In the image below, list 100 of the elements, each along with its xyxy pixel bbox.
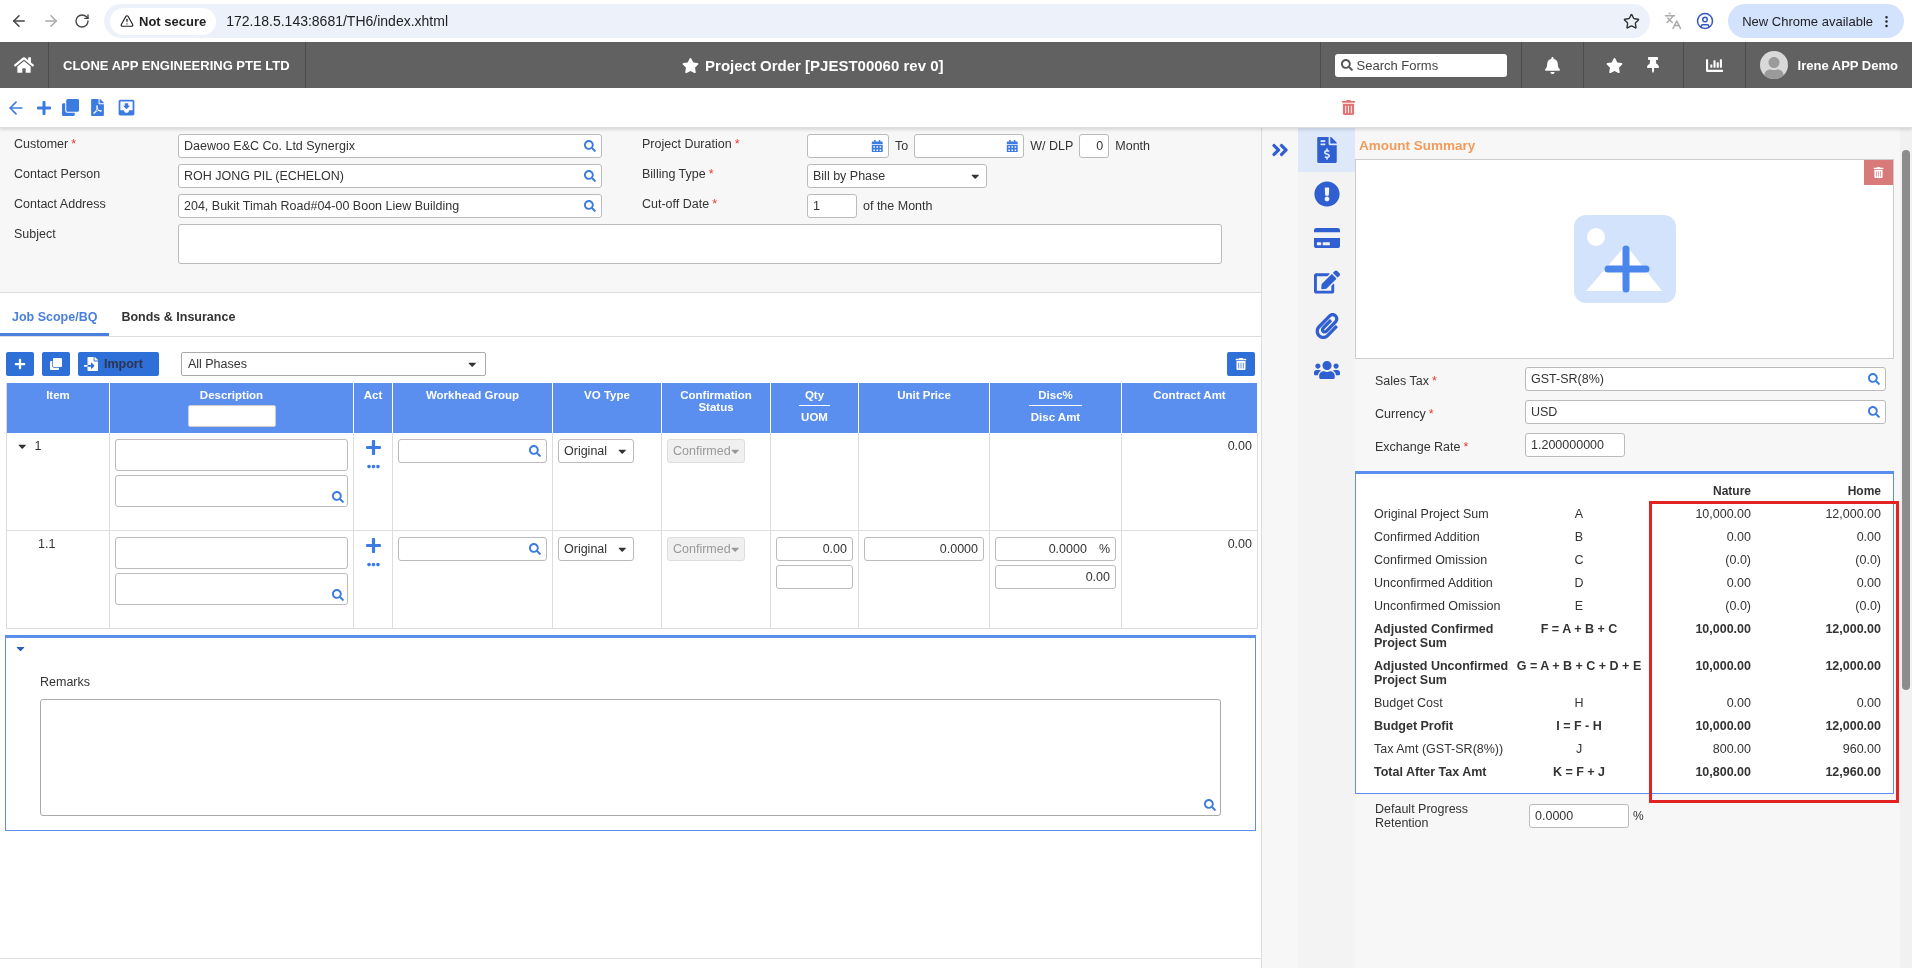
amount-value: (0.0) xyxy=(1724,599,1751,613)
search-field[interactable]: Search Forms xyxy=(1334,53,1507,77)
search-icon[interactable] xyxy=(1868,406,1880,418)
search-icon xyxy=(1340,58,1353,71)
summary-label: Unconfirmed Addition xyxy=(1374,576,1494,590)
retention-field[interactable]: 0.0000 xyxy=(1529,804,1629,828)
lookup-field[interactable]: GST-SR(8%) xyxy=(1525,367,1886,391)
disc-percent-field[interactable]: 0.0000 % xyxy=(995,537,1116,561)
dlp-field[interactable]: 0 xyxy=(1079,134,1110,158)
description-field[interactable] xyxy=(115,537,348,569)
copy-icon[interactable] xyxy=(62,99,79,116)
amount-value: (0.0) xyxy=(1854,599,1881,613)
side-tab[interactable] xyxy=(1298,128,1355,172)
formula-text: I = F - H xyxy=(1555,719,1603,733)
copy-button[interactable] xyxy=(42,352,70,376)
update-chrome-button[interactable]: New Chrome available xyxy=(1728,4,1904,38)
url-text[interactable]: 172.18.5.143:8681/TH6/index.xhtml xyxy=(226,13,1614,29)
back-icon[interactable] xyxy=(10,12,28,30)
exchange-rate-field[interactable]: 1.200000000 xyxy=(1525,433,1625,457)
search-icon[interactable] xyxy=(584,170,596,182)
reload-icon[interactable] xyxy=(74,13,90,29)
add-icon[interactable] xyxy=(36,99,52,116)
delete-icon[interactable] xyxy=(1341,100,1356,115)
add-button[interactable] xyxy=(6,352,34,376)
search-icon[interactable] xyxy=(332,491,344,503)
search-icon[interactable] xyxy=(584,200,596,212)
header-text: Qty xyxy=(804,389,825,401)
search-icon[interactable] xyxy=(529,543,541,555)
amount-value: 0.00 xyxy=(1855,530,1881,544)
notification-bell-icon[interactable] xyxy=(1543,56,1561,74)
add-icon[interactable] xyxy=(364,439,382,456)
amount-value: 0.00 xyxy=(1855,576,1881,590)
header-text: Workhead Group xyxy=(425,389,520,401)
pin-icon[interactable] xyxy=(1644,57,1661,73)
filter-field[interactable] xyxy=(187,405,276,427)
calendar-icon[interactable] xyxy=(1005,139,1019,153)
lookup-field[interactable]: Daewoo E&C Co. Ltd Synergix xyxy=(178,134,602,158)
qty-field[interactable]: 0.00 xyxy=(776,537,853,561)
home-icon[interactable] xyxy=(14,55,34,75)
trash-icon xyxy=(1873,167,1884,178)
header-subtext: Disc Amt xyxy=(1028,405,1083,424)
panel-title: Amount Summary xyxy=(1358,137,1477,155)
scrollbar[interactable] xyxy=(1900,128,1912,968)
chart-icon[interactable] xyxy=(1705,56,1723,74)
search-icon[interactable] xyxy=(1204,799,1216,811)
header-text: Contract Amt xyxy=(1153,389,1226,401)
phase-dropdown[interactable]: All Phases xyxy=(180,352,486,376)
translate-icon[interactable] xyxy=(1664,12,1683,30)
remarks-field[interactable] xyxy=(40,699,1221,816)
dlp-label: W/ DLP xyxy=(1030,139,1074,153)
delete-image-button[interactable] xyxy=(1864,160,1893,185)
paperclip-icon xyxy=(1313,313,1340,339)
tab[interactable]: Job Scope/BQ xyxy=(0,301,110,336)
subject-field[interactable] xyxy=(178,224,1222,264)
pdf-icon[interactable] xyxy=(89,99,106,116)
amount-value: (0.0) xyxy=(1854,553,1881,567)
workhead-field[interactable] xyxy=(398,439,547,463)
formula-text: C xyxy=(1573,553,1585,567)
date-field[interactable] xyxy=(914,134,1025,158)
amount-value: 10,000.00 xyxy=(1694,622,1751,638)
calendar-icon[interactable] xyxy=(870,139,883,153)
unit-price-field[interactable]: 0.0000 xyxy=(864,537,984,561)
forward-icon[interactable] xyxy=(42,12,60,30)
item-number: 1 xyxy=(34,439,42,453)
user-name[interactable]: Irene APP Demo xyxy=(1797,57,1898,73)
header-text: Description xyxy=(199,389,264,401)
delete-button[interactable] xyxy=(1227,352,1255,376)
company-selector[interactable]: CLONE APP ENGINEERING PTE LTD xyxy=(63,57,290,73)
plus-icon xyxy=(14,358,26,370)
uom-field[interactable] xyxy=(776,565,853,589)
workhead-field[interactable] xyxy=(398,537,547,561)
security-chip[interactable]: Not secure xyxy=(110,7,217,35)
cutoff-day-field[interactable]: 1 xyxy=(807,194,857,218)
billing-type-dropdown[interactable]: Bill by Phase xyxy=(807,164,987,188)
description-lookup-field[interactable] xyxy=(115,475,348,507)
vo-type-dropdown[interactable]: Original xyxy=(558,439,634,463)
date-field[interactable] xyxy=(807,134,889,158)
add-image-icon[interactable] xyxy=(1573,215,1676,303)
tab[interactable]: Bonds & Insurance xyxy=(109,301,248,336)
lookup-field[interactable]: 204, Bukit Timah Road#04-00 Boon Liew Building xyxy=(178,194,602,218)
disc-amount-field[interactable]: 0.00 xyxy=(995,565,1116,589)
add-icon[interactable] xyxy=(364,537,382,554)
favorites-star-icon[interactable] xyxy=(1605,56,1623,74)
tray-icon[interactable] xyxy=(116,97,137,118)
field-label: Cut-off Date xyxy=(642,197,710,211)
description-lookup-field[interactable] xyxy=(115,573,348,605)
field-label: Customer xyxy=(14,137,69,151)
trash-icon xyxy=(1235,358,1247,370)
search-icon[interactable] xyxy=(584,140,596,152)
search-icon[interactable] xyxy=(1868,373,1880,385)
lookup-field[interactable]: ROH JONG PIL (ECHELON) xyxy=(178,164,602,188)
vo-type-dropdown[interactable]: Original xyxy=(558,537,634,561)
description-field[interactable] xyxy=(115,439,348,471)
field-label: Project Duration xyxy=(642,137,732,151)
lookup-field[interactable]: USD xyxy=(1525,400,1886,424)
bookmark-star-icon[interactable] xyxy=(1623,12,1641,30)
search-icon[interactable] xyxy=(332,589,344,601)
favorite-star-icon[interactable] xyxy=(682,56,700,74)
search-icon[interactable] xyxy=(529,445,541,457)
profile-icon[interactable] xyxy=(1696,12,1715,30)
